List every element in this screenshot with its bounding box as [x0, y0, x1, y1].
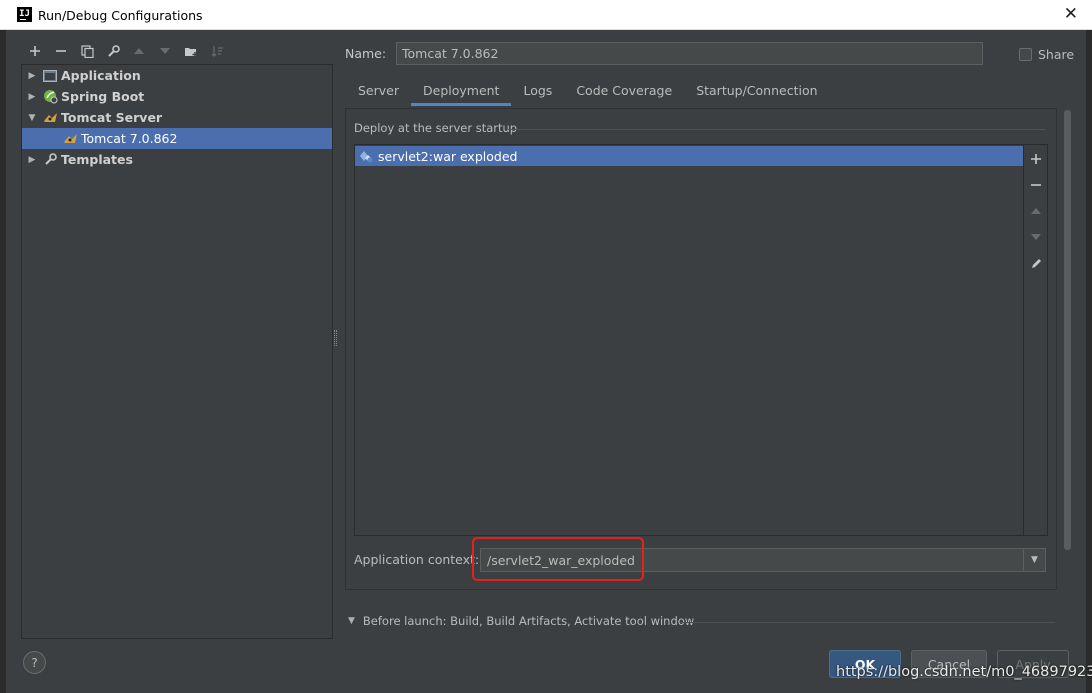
name-label: Name: [345, 46, 387, 61]
name-field[interactable]: Tomcat 7.0.862 [396, 42, 983, 65]
tree-item-label: Tomcat Server [61, 110, 163, 125]
group-divider [508, 129, 1045, 130]
cancel-button[interactable]: Cancel [911, 650, 987, 678]
tree-item-label: Application [61, 68, 141, 83]
move-down-icon[interactable] [152, 40, 178, 62]
application-icon [42, 68, 58, 84]
tomcat-icon [42, 110, 58, 126]
help-button[interactable]: ? [23, 651, 46, 674]
tomcat-icon [62, 131, 78, 147]
remove-icon[interactable] [1024, 173, 1048, 197]
tree-item-application[interactable]: ▶ Application [22, 65, 332, 86]
remove-icon[interactable] [48, 40, 74, 62]
deploy-list[interactable]: servlet2:war exploded [354, 144, 1024, 536]
tab-startup-connection[interactable]: Startup/Connection [684, 78, 829, 106]
deploy-side-toolbar [1024, 144, 1048, 536]
tab-server[interactable]: Server [346, 78, 411, 106]
tree-item-spring-boot[interactable]: ▶ Spring Boot [22, 86, 332, 107]
share-label: Share [1038, 47, 1075, 62]
checkbox-box[interactable] [1019, 48, 1032, 61]
tab-code-coverage[interactable]: Code Coverage [564, 78, 684, 106]
app-context-value[interactable]: /servlet2_war_exploded [487, 553, 635, 568]
config-toolbar [22, 40, 230, 62]
artifact-icon [358, 148, 374, 164]
list-item[interactable]: servlet2:war exploded [355, 146, 1023, 166]
tab-logs[interactable]: Logs [511, 78, 564, 106]
collapse-arrow-icon[interactable]: ▼ [348, 616, 355, 626]
chevron-down-icon[interactable]: ▼ [1023, 549, 1045, 571]
tree-item-tomcat-server[interactable]: ▼ Tomcat Server [22, 107, 332, 128]
move-up-icon[interactable] [126, 40, 152, 62]
move-up-icon[interactable] [1024, 199, 1048, 223]
before-launch-toggle[interactable]: ▼ Before launch: Build, Build Artifacts,… [348, 614, 694, 628]
title-bar: IJ Run/Debug Configurations ✕ [0, 0, 1092, 30]
ok-button[interactable]: OK [829, 650, 901, 678]
app-context-combobox[interactable]: /servlet2_war_exploded ▼ [480, 548, 1046, 572]
close-icon[interactable]: ✕ [1064, 4, 1078, 24]
collapse-arrow-icon[interactable]: ▼ [24, 113, 40, 123]
add-icon[interactable] [1024, 147, 1048, 171]
tree-item-label: Templates [61, 152, 133, 167]
config-tabs: Server Deployment Logs Code Coverage Sta… [346, 78, 830, 106]
tree-item-label: Spring Boot [61, 89, 145, 104]
intellij-app-icon: IJ [17, 7, 32, 22]
tree-item-tomcat-7[interactable]: Tomcat 7.0.862 [22, 128, 332, 149]
wrench-icon[interactable] [100, 40, 126, 62]
app-context-label: Application context: [354, 552, 480, 567]
expand-arrow-icon[interactable]: ▶ [24, 155, 40, 165]
before-launch-divider [680, 622, 1055, 623]
tree-item-label: Tomcat 7.0.862 [81, 131, 178, 146]
share-checkbox[interactable]: Share [1019, 47, 1074, 62]
new-folder-icon[interactable] [178, 40, 204, 62]
deploy-group-label: Deploy at the server startup [354, 121, 518, 135]
before-launch-label: Before launch: Build, Build Artifacts, A… [362, 614, 695, 628]
panel-splitter[interactable] [334, 330, 337, 346]
deploy-item-label: servlet2:war exploded [378, 148, 518, 164]
configuration-tree: ▶ Application ▶ Spring Boot ▼ Tomcat Ser… [21, 64, 333, 639]
apply-button[interactable]: Apply [997, 650, 1069, 678]
expand-arrow-icon[interactable]: ▶ [24, 71, 40, 81]
window-title: Run/Debug Configurations [38, 8, 203, 23]
sort-icon[interactable] [204, 40, 230, 62]
wrench-icon [42, 152, 58, 168]
scrollbar[interactable] [1064, 110, 1071, 550]
move-down-icon[interactable] [1024, 225, 1048, 249]
tab-deployment[interactable]: Deployment [411, 78, 512, 106]
expand-arrow-icon[interactable]: ▶ [24, 92, 40, 102]
edit-icon[interactable] [1024, 251, 1048, 275]
spring-boot-icon [42, 89, 58, 105]
copy-icon[interactable] [74, 40, 100, 62]
add-icon[interactable] [22, 40, 48, 62]
tree-item-templates[interactable]: ▶ Templates [22, 149, 332, 170]
